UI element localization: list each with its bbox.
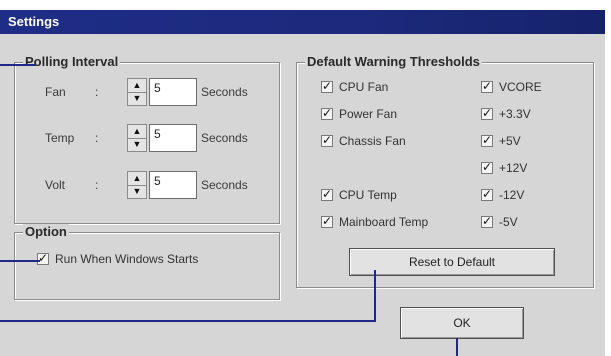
checkmark-icon: ✓	[482, 214, 493, 228]
vneg12-checkbox[interactable]: ✓ -12V	[481, 187, 525, 202]
fan-interval-input[interactable]: 5	[149, 78, 197, 106]
warning-thresholds-group: Default Warning Thresholds ✓ CPU Fan ✓ P…	[296, 54, 594, 288]
callout-leader-option	[0, 260, 40, 262]
option-legend: Option	[23, 224, 69, 239]
callout-leader-ok	[456, 338, 458, 356]
warning-thresholds-legend: Default Warning Thresholds	[305, 54, 482, 69]
temp-interval-input[interactable]: 5	[149, 124, 197, 152]
checkmark-icon: ✓	[482, 106, 493, 120]
fan-spinner[interactable]: ▲ ▼	[127, 78, 147, 106]
run-when-windows-starts-checkbox[interactable]: ✓ Run When Windows Starts	[37, 251, 199, 266]
checkmark-icon: ✓	[322, 133, 333, 147]
checkmark-icon: ✓	[482, 133, 493, 147]
fan-unit: Seconds	[201, 85, 248, 99]
v12-checkbox[interactable]: ✓ +12V	[481, 160, 528, 175]
arrow-up-icon[interactable]: ▲	[128, 79, 146, 93]
cpu-temp-checkbox[interactable]: ✓ CPU Temp	[321, 187, 397, 202]
arrow-up-icon[interactable]: ▲	[128, 172, 146, 186]
cpu-fan-label: CPU Fan	[339, 80, 389, 94]
vcore-checkbox[interactable]: ✓ VCORE	[481, 79, 542, 94]
checkmark-icon: ✓	[322, 214, 333, 228]
temp-spinner[interactable]: ▲ ▼	[127, 124, 147, 152]
dialog-body: Polling Interval Fan : ▲ ▼ 5 Seconds Tem…	[0, 34, 605, 356]
cpu-fan-checkbox[interactable]: ✓ CPU Fan	[321, 79, 389, 94]
run-when-windows-starts-label: Run When Windows Starts	[55, 252, 199, 266]
vneg12-label: -12V	[499, 188, 525, 202]
fan-label: Fan	[45, 85, 66, 99]
title-bar: Settings	[0, 10, 605, 34]
v5-label: +5V	[499, 134, 521, 148]
volt-colon: :	[95, 178, 99, 192]
arrow-down-icon[interactable]: ▼	[128, 138, 146, 151]
volt-unit: Seconds	[201, 178, 248, 192]
checkmark-icon: ✓	[482, 79, 493, 93]
checkmark-icon: ✓	[38, 251, 49, 265]
temp-colon: :	[95, 131, 99, 145]
power-fan-checkbox[interactable]: ✓ Power Fan	[321, 106, 398, 121]
v3-3-checkbox[interactable]: ✓ +3.3V	[481, 106, 531, 121]
checkmark-icon: ✓	[482, 187, 493, 201]
vneg5-checkbox[interactable]: ✓ -5V	[481, 214, 518, 229]
temp-label: Temp	[45, 131, 75, 145]
polling-interval-legend: Polling Interval	[23, 54, 121, 69]
checkmark-icon: ✓	[322, 187, 333, 201]
vneg5-label: -5V	[499, 215, 518, 229]
checkmark-icon: ✓	[322, 79, 333, 93]
chassis-fan-label: Chassis Fan	[339, 134, 406, 148]
arrow-up-icon[interactable]: ▲	[128, 125, 146, 139]
vcore-label: VCORE	[499, 80, 542, 94]
settings-window: Settings Polling Interval Fan : ▲ ▼ 5 Se…	[0, 0, 611, 356]
arrow-down-icon[interactable]: ▼	[128, 185, 146, 198]
callout-leader-reset-vertical	[374, 270, 376, 322]
checkmark-icon: ✓	[482, 160, 493, 174]
window-title: Settings	[8, 14, 60, 29]
ok-button[interactable]: OK	[400, 307, 524, 339]
polling-interval-group: Polling Interval Fan : ▲ ▼ 5 Seconds Tem…	[14, 54, 280, 224]
power-fan-label: Power Fan	[339, 107, 398, 121]
fan-colon: :	[95, 85, 99, 99]
v3-3-label: +3.3V	[499, 107, 531, 121]
callout-leader-reset-horizontal	[0, 320, 376, 322]
mainboard-temp-checkbox[interactable]: ✓ Mainboard Temp	[321, 214, 429, 229]
volt-interval-input[interactable]: 5	[149, 171, 197, 199]
mainboard-temp-label: Mainboard Temp	[339, 215, 429, 229]
volt-label: Volt	[45, 178, 66, 192]
temp-unit: Seconds	[201, 131, 248, 145]
v5-checkbox[interactable]: ✓ +5V	[481, 133, 521, 148]
chassis-fan-checkbox[interactable]: ✓ Chassis Fan	[321, 133, 406, 148]
cpu-temp-label: CPU Temp	[339, 188, 397, 202]
reset-to-default-button[interactable]: Reset to Default	[349, 248, 555, 276]
callout-leader-polling	[0, 64, 36, 66]
arrow-down-icon[interactable]: ▼	[128, 92, 146, 105]
v12-label: +12V	[499, 161, 528, 175]
volt-spinner[interactable]: ▲ ▼	[127, 171, 147, 199]
option-group: Option ✓ Run When Windows Starts	[14, 224, 280, 300]
checkmark-icon: ✓	[322, 106, 333, 120]
